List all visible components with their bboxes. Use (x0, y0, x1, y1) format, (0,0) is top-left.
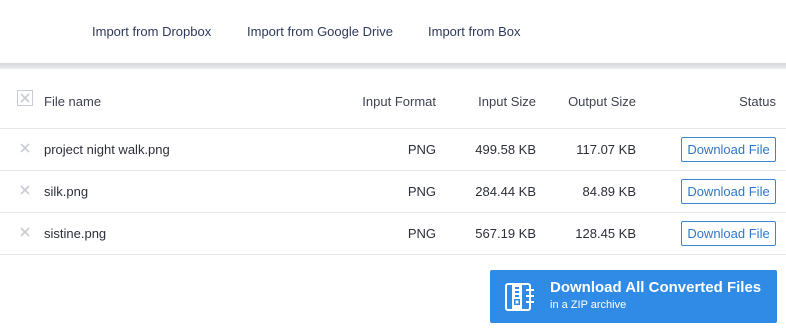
input-size: 499.58 KB (475, 142, 536, 157)
column-header-file-name: File name (44, 94, 102, 109)
input-size: 284.44 KB (475, 184, 536, 199)
download-all-zip-button[interactable]: Download All Converted Files in a ZIP ar… (490, 270, 777, 323)
input-format: PNG (407, 226, 436, 241)
input-format: PNG (407, 142, 436, 157)
remove-file-icon[interactable] (17, 182, 33, 198)
output-size: 128.45 KB (575, 226, 636, 241)
input-size: 567.19 KB (475, 226, 536, 241)
table-row: project night walk.png PNG 499.58 KB 117… (0, 129, 786, 171)
column-header-input-format: Input Format (362, 94, 436, 109)
download-file-button[interactable]: Download File (681, 179, 776, 204)
download-all-title: Download All Converted Files (550, 279, 762, 296)
import-from-box-link[interactable]: Import from Box (428, 24, 520, 39)
download-file-button[interactable]: Download File (681, 137, 776, 162)
zip-archive-icon (505, 283, 534, 311)
table-row: silk.png PNG 284.44 KB 84.89 KB Download… (0, 171, 786, 213)
import-bar: Import from Dropbox Import from Google D… (0, 0, 786, 64)
import-from-google-drive-link[interactable]: Import from Google Drive (247, 24, 393, 39)
table-header-row: File name Input Format Input Size Output… (0, 70, 786, 129)
remove-all-icon[interactable] (17, 90, 33, 106)
file-name: silk.png (44, 184, 89, 199)
import-from-dropbox-link[interactable]: Import from Dropbox (92, 24, 211, 39)
remove-file-icon[interactable] (17, 224, 33, 240)
file-name: project night walk.png (44, 142, 170, 157)
table-row: sistine.png PNG 567.19 KB 128.45 KB Down… (0, 213, 786, 255)
remove-file-icon[interactable] (17, 140, 33, 156)
file-name: sistine.png (44, 226, 107, 241)
output-size: 117.07 KB (576, 142, 636, 157)
input-format: PNG (407, 184, 436, 199)
column-header-output-size: Output Size (568, 94, 636, 109)
download-all-subtitle: in a ZIP archive (550, 299, 627, 311)
download-file-button[interactable]: Download File (681, 221, 776, 246)
column-header-status: Status (739, 94, 776, 109)
column-header-input-size: Input Size (478, 94, 536, 109)
output-size: 84.89 KB (582, 184, 637, 199)
